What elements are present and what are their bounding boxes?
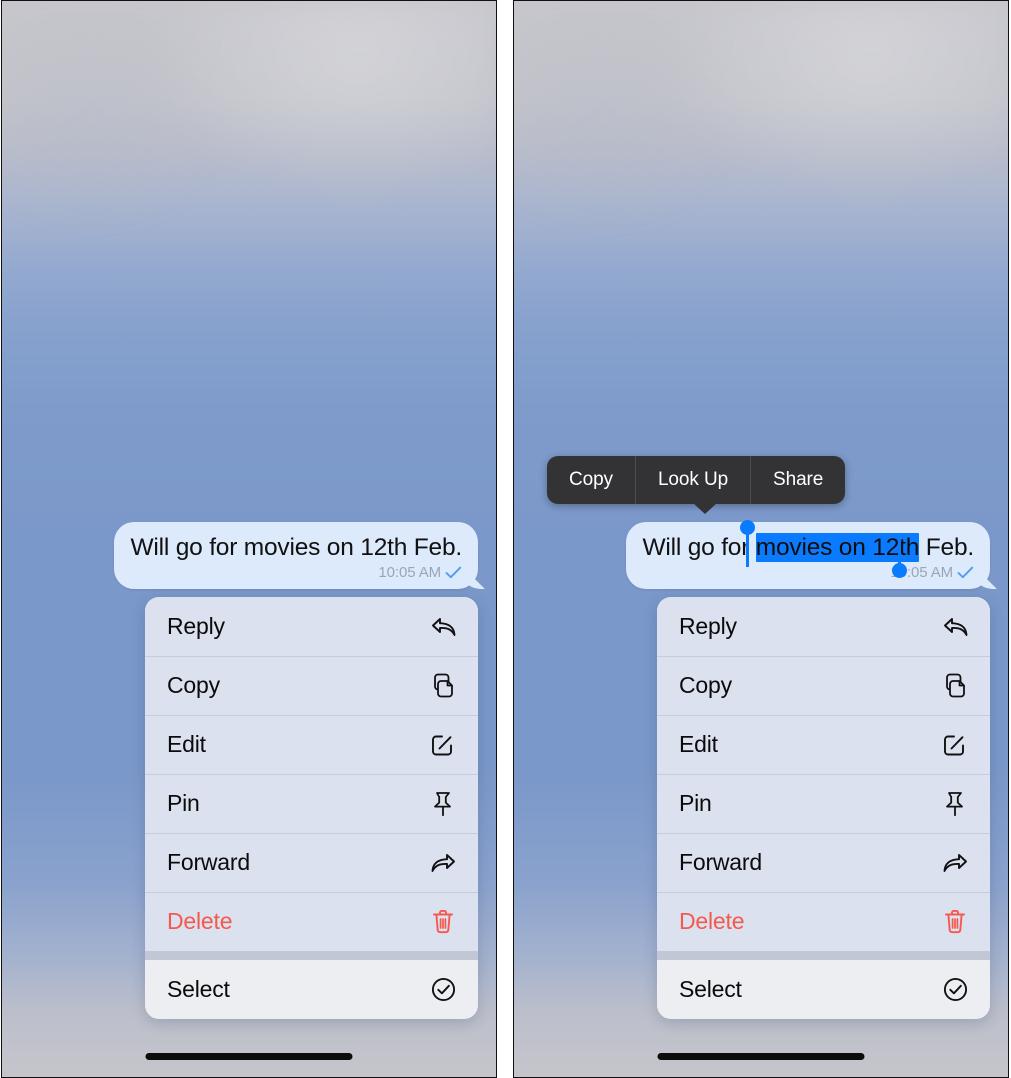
reply-arrow-icon (428, 612, 458, 642)
pushpin-icon (428, 789, 458, 819)
edit-pencil-icon (428, 730, 458, 760)
menu-item-label: Pin (167, 790, 200, 816)
menu-item-copy[interactable]: Copy (657, 656, 990, 715)
menu-item-reply[interactable]: Reply (657, 597, 990, 656)
menu-item-delete[interactable]: Delete (145, 892, 478, 951)
menu-item-label: Copy (167, 672, 220, 698)
menu-item-select[interactable]: Select (657, 960, 990, 1019)
message-bubble[interactable]: Will go for movies on 12th Feb. 10:05 AM (114, 522, 478, 590)
reply-arrow-icon (940, 612, 970, 642)
menu-separator (657, 951, 990, 960)
menu-item-label: Reply (167, 613, 225, 639)
trash-icon (940, 907, 970, 937)
trash-icon (428, 907, 458, 937)
copy-pages-icon (940, 671, 970, 701)
menu-item-label: Edit (167, 731, 206, 757)
selection-handle-stem (898, 533, 902, 567)
context-menu-group-main: Reply Copy Edit Pin Forward Delete (145, 597, 478, 951)
context-menu-group-footer: Select (145, 960, 478, 1019)
menu-item-forward[interactable]: Forward (657, 833, 990, 892)
menu-item-edit[interactable]: Edit (657, 715, 990, 774)
home-indicator[interactable] (657, 1053, 865, 1060)
check-circle-icon (940, 975, 970, 1005)
toolbar-item-copy[interactable]: Copy (547, 456, 635, 504)
pushpin-icon (940, 789, 970, 819)
context-menu-group-main: Reply Copy Edit Pin Forward Delete (657, 597, 990, 951)
menu-item-pin[interactable]: Pin (657, 774, 990, 833)
menu-item-label: Select (167, 976, 230, 1002)
menu-item-label: Pin (679, 790, 712, 816)
check-circle-icon (428, 975, 458, 1005)
message-bubble[interactable]: Will go for movies on 12th Feb. 10:05 AM (626, 520, 990, 590)
menu-item-label: Forward (679, 849, 762, 875)
context-menu[interactable]: Reply Copy Edit Pin Forward Delete Selec… (657, 597, 990, 1019)
forward-arrow-icon (428, 848, 458, 878)
message-text: Will go for movies on 12th Feb. (642, 533, 974, 562)
menu-item-label: Forward (167, 849, 250, 875)
context-menu-group-footer: Select (657, 960, 990, 1019)
menu-separator (145, 951, 478, 960)
menu-item-label: Edit (679, 731, 718, 757)
home-indicator[interactable] (145, 1053, 353, 1060)
toolbar-pointer-arrow (693, 503, 717, 514)
message-timestamp: 10:05 AM (378, 564, 441, 582)
message-text-before: Will go for (642, 534, 756, 561)
toolbar-item-share[interactable]: Share (750, 456, 845, 504)
message-meta: 10:05 AM (642, 564, 974, 581)
menu-item-delete[interactable]: Delete (657, 892, 990, 951)
context-menu[interactable]: Reply Copy Edit Pin Forward Delete Selec… (145, 597, 478, 1019)
menu-item-label: Reply (679, 613, 737, 639)
menu-item-reply[interactable]: Reply (145, 597, 478, 656)
menu-item-pin[interactable]: Pin (145, 774, 478, 833)
toolbar-item-look-up[interactable]: Look Up (634, 456, 750, 504)
phone-screen-left: Will go for movies on 12th Feb. 10:05 AM… (1, 0, 497, 1078)
checkmark-icon (957, 566, 974, 579)
message-text: Will go for movies on 12th Feb. (130, 534, 462, 561)
message-text-selected[interactable]: movies on 12th (755, 533, 919, 562)
selection-handle-stem (746, 533, 750, 567)
edit-pencil-icon (940, 730, 970, 760)
menu-item-label: Delete (679, 908, 745, 934)
menu-item-copy[interactable]: Copy (145, 656, 478, 715)
copy-pages-icon (428, 671, 458, 701)
text-edit-toolbar[interactable]: Copy Look Up Share (547, 456, 846, 514)
checkmark-icon (445, 566, 462, 579)
menu-item-select[interactable]: Select (145, 960, 478, 1019)
message-meta: 10:05 AM (130, 564, 462, 581)
message-bubble-container: Will go for movies on 12th Feb. 10:05 AM (2, 522, 496, 590)
menu-item-label: Delete (167, 908, 233, 934)
menu-item-label: Copy (679, 672, 732, 698)
selection-handle-dot[interactable] (740, 520, 756, 535)
menu-item-edit[interactable]: Edit (145, 715, 478, 774)
message-bubble-container: Will go for movies on 12th Feb. 10:05 AM (514, 520, 1008, 590)
forward-arrow-icon (940, 848, 970, 878)
menu-item-forward[interactable]: Forward (145, 833, 478, 892)
message-text-after: Feb. (919, 534, 974, 561)
phone-screen-right: Copy Look Up Share Will go for movies on… (513, 0, 1009, 1078)
menu-item-label: Select (679, 976, 742, 1002)
